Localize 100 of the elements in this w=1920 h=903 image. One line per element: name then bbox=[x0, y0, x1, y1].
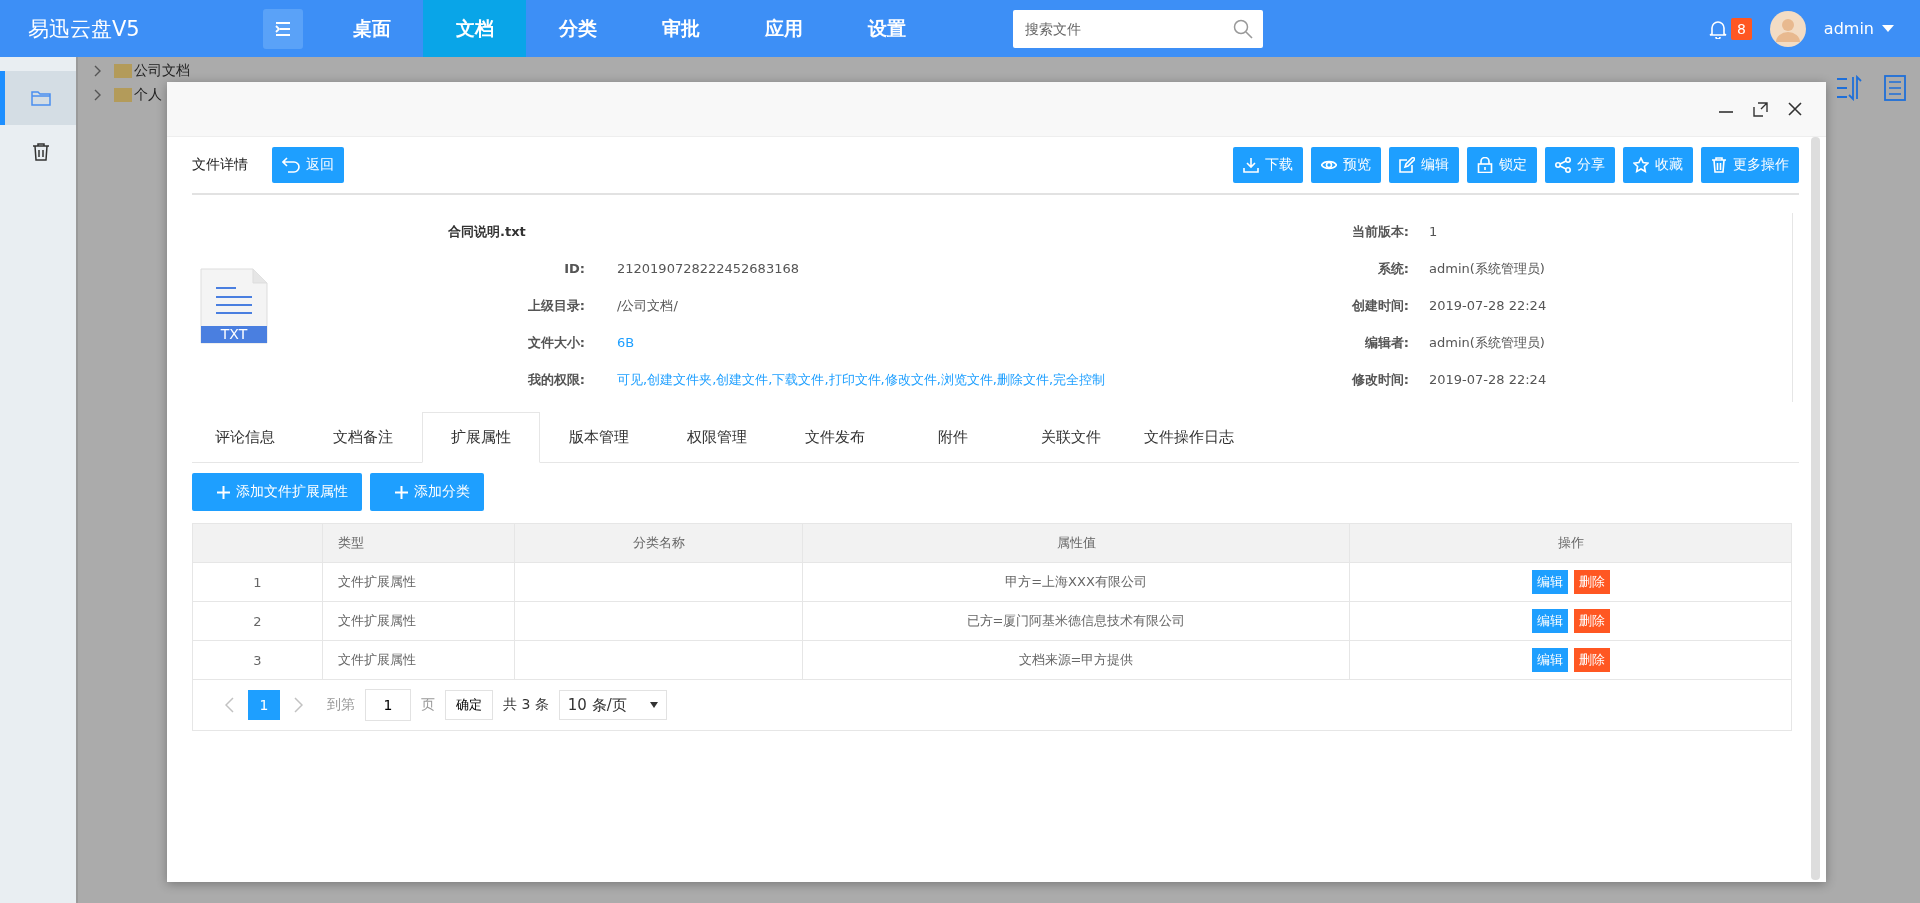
table-cell: 3 bbox=[193, 641, 323, 679]
field-label: 上级目录: bbox=[527, 296, 586, 315]
field-label: 我的权限: bbox=[527, 370, 586, 389]
edit-button[interactable]: 编辑 bbox=[1531, 609, 1568, 633]
tab[interactable]: 文档备注 bbox=[304, 412, 422, 463]
table-cell: 已方=厦门阿基米德信息技术有限公司 bbox=[803, 602, 1350, 640]
field-value: 2019-07-28 22:24 bbox=[1429, 372, 1547, 387]
action-button[interactable]: 预览 bbox=[1311, 147, 1382, 183]
tree-item[interactable]: 公司文档 bbox=[134, 62, 190, 80]
field-label: 系统: bbox=[1377, 259, 1410, 278]
delete-button[interactable]: 删除 bbox=[1573, 609, 1610, 633]
tree-item[interactable]: 个人 bbox=[134, 86, 162, 104]
caret-icon[interactable] bbox=[1882, 24, 1894, 33]
action-button[interactable]: 分享 bbox=[1545, 147, 1616, 183]
trash-icon bbox=[1711, 157, 1728, 173]
field-value: 2019-07-28 22:24 bbox=[1429, 298, 1547, 313]
app-logo: 易迅云盘V5 bbox=[27, 15, 141, 43]
sidebar-item[interactable] bbox=[0, 71, 76, 125]
bell-icon[interactable] bbox=[1708, 18, 1727, 39]
tab[interactable]: 文件发布 bbox=[776, 412, 894, 463]
action-button[interactable]: 锁定 bbox=[1467, 147, 1538, 183]
scrollbar[interactable] bbox=[1811, 137, 1820, 880]
sort-icon[interactable] bbox=[1836, 75, 1864, 101]
delete-button[interactable]: 删除 bbox=[1573, 570, 1610, 594]
field-value: admin(系统管理员) bbox=[1429, 259, 1545, 278]
next-page-icon[interactable] bbox=[294, 697, 303, 713]
table-cell: 2 bbox=[193, 602, 323, 640]
avatar-icon[interactable] bbox=[1769, 10, 1806, 47]
tab[interactable]: 关联文件 bbox=[1012, 412, 1130, 463]
chevron-icon[interactable] bbox=[94, 89, 102, 101]
nav-tab[interactable]: 应用 bbox=[732, 0, 835, 57]
action-button[interactable]: 下载 bbox=[1233, 147, 1304, 183]
page-size-select[interactable]: 10 条/页 bbox=[558, 690, 667, 720]
field-label: 修改时间: bbox=[1351, 370, 1410, 389]
add-button[interactable]: 添加分类 bbox=[370, 473, 484, 511]
tab[interactable]: 附件 bbox=[894, 412, 1012, 463]
lock-icon bbox=[1477, 157, 1494, 173]
action-button[interactable]: 收藏 bbox=[1623, 147, 1694, 183]
total-count: 共 3 条 bbox=[503, 696, 549, 714]
pencil-icon bbox=[1399, 157, 1416, 173]
close-icon[interactable] bbox=[1788, 102, 1802, 116]
menu-toggle-button[interactable] bbox=[263, 8, 303, 49]
plus-icon bbox=[395, 485, 408, 499]
chevron-icon[interactable] bbox=[94, 65, 102, 77]
tab[interactable]: 评论信息 bbox=[186, 412, 304, 463]
table-cell: 文件扩展属性 bbox=[323, 563, 515, 601]
search-field[interactable]: 搜索文件 bbox=[1013, 9, 1263, 48]
download-icon bbox=[1243, 157, 1260, 173]
add-button[interactable]: 添加文件扩展属性 bbox=[192, 473, 362, 511]
file-name: 合同说明.txt bbox=[447, 222, 526, 241]
confirm-button[interactable]: 确定 bbox=[445, 690, 493, 720]
field-value: admin(系统管理员) bbox=[1429, 333, 1545, 352]
back-button[interactable]: 返回 bbox=[272, 147, 344, 183]
field-value: /公司文档/ bbox=[617, 296, 678, 315]
tab[interactable]: 扩展属性 bbox=[422, 412, 540, 463]
star-icon bbox=[1633, 157, 1650, 173]
nav-tab[interactable]: 分类 bbox=[526, 0, 629, 57]
share-icon bbox=[1555, 157, 1572, 173]
field-value: 1 bbox=[1429, 224, 1438, 239]
tab[interactable]: 权限管理 bbox=[658, 412, 776, 463]
column-header: 类型 bbox=[323, 524, 515, 562]
maximize-icon[interactable] bbox=[1753, 101, 1768, 117]
column-header: 属性值 bbox=[803, 524, 1350, 562]
field-label: 文件大小: bbox=[527, 333, 586, 352]
table-cell: 甲方=上海XXX有限公司 bbox=[803, 563, 1350, 601]
previous-page-icon[interactable] bbox=[225, 697, 234, 713]
nav-tab[interactable]: 桌面 bbox=[320, 0, 423, 57]
page-button[interactable]: 1 bbox=[248, 690, 280, 720]
list-icon[interactable] bbox=[1884, 75, 1906, 101]
search-icon[interactable] bbox=[1233, 18, 1253, 39]
field-label: 当前版本: bbox=[1351, 222, 1410, 241]
column-header: 分类名称 bbox=[515, 524, 803, 562]
table-cell: 1 bbox=[193, 563, 323, 601]
plus-icon bbox=[217, 485, 230, 499]
caret-icon bbox=[649, 702, 658, 708]
edit-button[interactable]: 编辑 bbox=[1531, 648, 1568, 672]
action-button[interactable]: 更多操作 bbox=[1701, 147, 1800, 183]
field-value: 2120190728222452683168 bbox=[617, 261, 799, 276]
nav-tab[interactable]: 审批 bbox=[629, 0, 732, 57]
field-link[interactable]: 6B bbox=[617, 335, 635, 350]
nav-tab[interactable]: 文档 bbox=[423, 0, 526, 57]
page-number-field[interactable]: 1 bbox=[365, 689, 411, 721]
nav-tab[interactable]: 设置 bbox=[835, 0, 938, 57]
folder-icon bbox=[114, 88, 132, 102]
table-cell: 文件扩展属性 bbox=[323, 602, 515, 640]
tab[interactable]: 文件操作日志 bbox=[1130, 412, 1248, 463]
edit-button[interactable]: 编辑 bbox=[1531, 570, 1568, 594]
file-type-label: TXT bbox=[219, 325, 249, 342]
dialog-heading: 文件详情 bbox=[192, 156, 248, 174]
table-cell: 文档来源=甲方提供 bbox=[803, 641, 1350, 679]
field-label: ID: bbox=[564, 261, 586, 276]
goto-label: 到第 bbox=[327, 696, 355, 714]
table-cell: 文件扩展属性 bbox=[323, 641, 515, 679]
folder-icon bbox=[30, 88, 51, 108]
delete-button[interactable]: 删除 bbox=[1573, 648, 1610, 672]
field-link[interactable]: 可见,创建文件夹,创建文件,下载文件,打印文件,修改文件,浏览文件,删除文件,完全控制 bbox=[617, 370, 1106, 389]
tab[interactable]: 版本管理 bbox=[540, 412, 658, 463]
folder-icon bbox=[114, 64, 132, 78]
user-name[interactable]: admin bbox=[1823, 19, 1874, 38]
action-button[interactable]: 编辑 bbox=[1389, 147, 1460, 183]
